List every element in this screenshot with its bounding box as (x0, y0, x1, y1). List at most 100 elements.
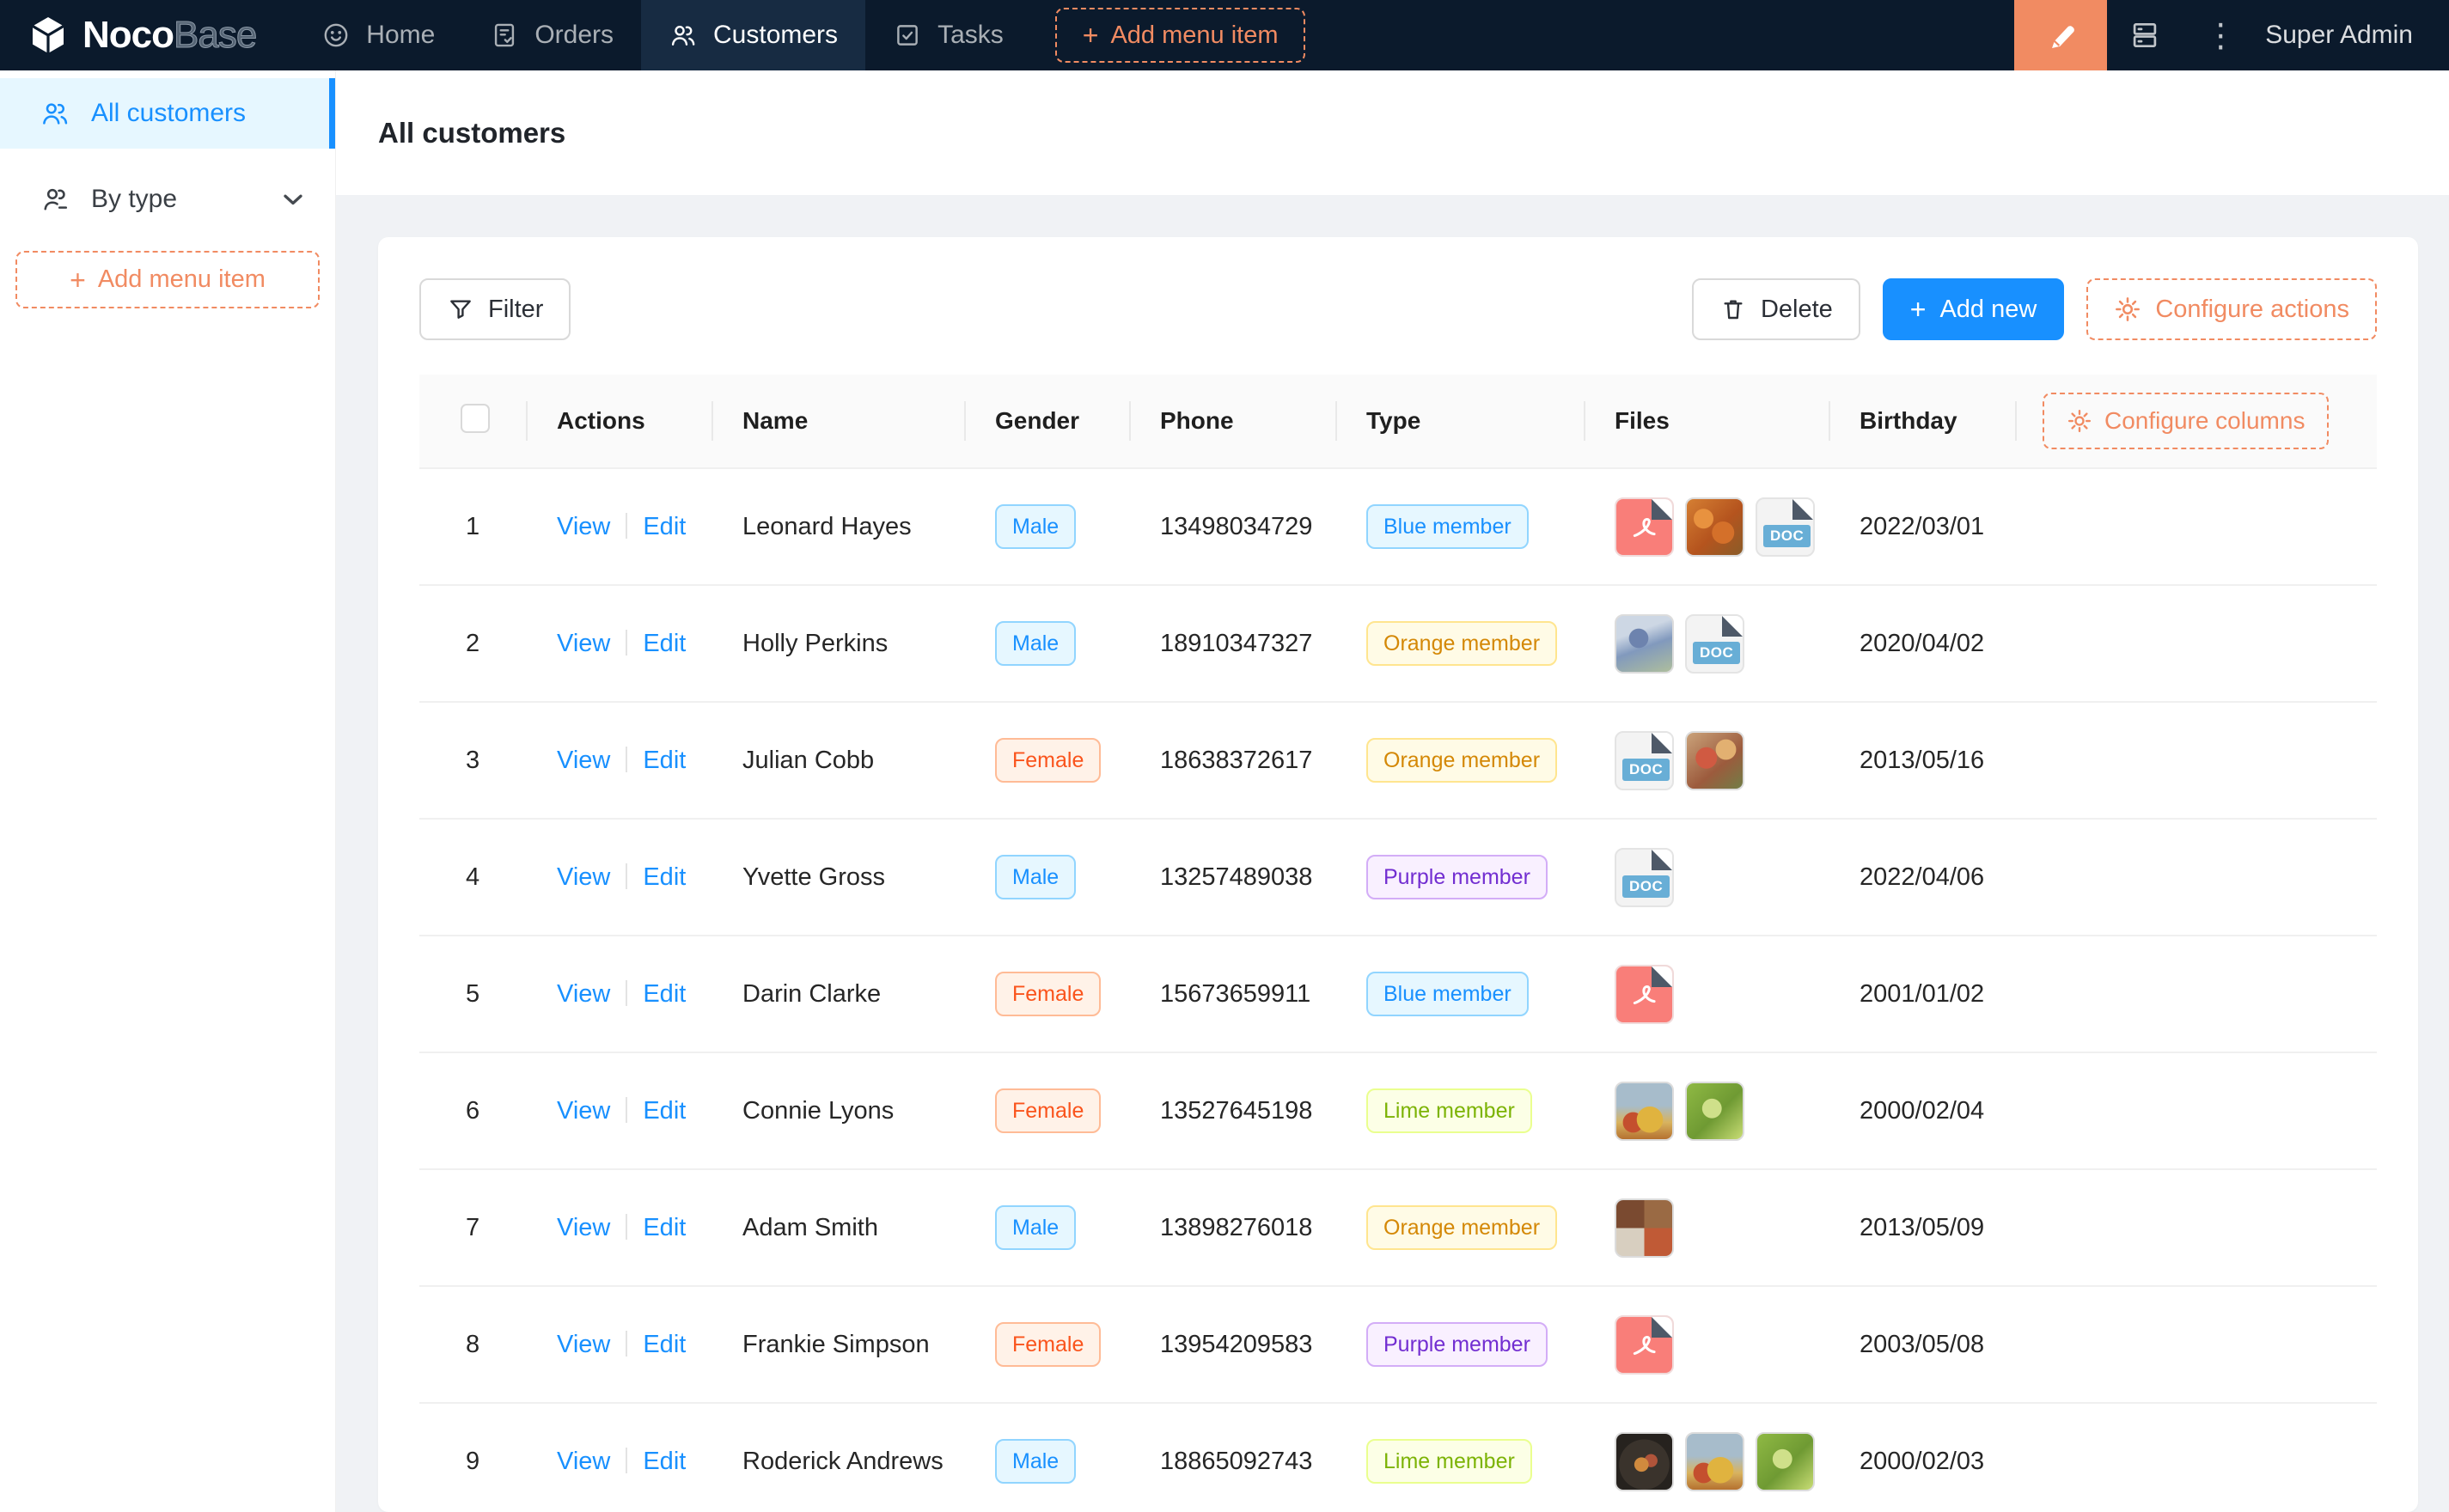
customer-birthday: 2003/05/08 (1830, 1287, 2017, 1404)
nav-item-tasks[interactable]: Tasks (865, 0, 1031, 70)
sidebar-item-label: All customers (91, 99, 246, 128)
member-type-tag: Orange member (1366, 738, 1557, 783)
gender-tag: Female (995, 1088, 1101, 1133)
column-header-phone[interactable]: Phone (1131, 375, 1337, 469)
column-header-actions[interactable]: Actions (528, 375, 713, 469)
column-header-files[interactable]: Files (1585, 375, 1830, 469)
customer-gender: Female (966, 1053, 1131, 1170)
edit-link[interactable]: Edit (643, 980, 686, 1008)
edit-link[interactable]: Edit (643, 1331, 686, 1358)
column-header-name[interactable]: Name (713, 375, 966, 469)
doc-file-thumbnail[interactable]: DOC (1756, 497, 1815, 557)
add-new-button[interactable]: + Add new (1883, 278, 2065, 340)
customer-files: DOC (1585, 469, 1830, 586)
image-file-thumbnail[interactable] (1615, 614, 1674, 674)
view-link[interactable]: View (557, 513, 610, 540)
image-file-thumbnail[interactable] (1685, 1082, 1744, 1141)
customer-files: DOC (1585, 820, 1830, 936)
select-all-header-cell (419, 375, 528, 469)
view-link[interactable]: View (557, 747, 610, 774)
table-row: 1ViewEditLeonard HayesMale13498034729Blu… (419, 469, 2377, 586)
add-menu-item-button-sidebar[interactable]: + Add menu item (15, 251, 320, 308)
customer-phone: 18865092743 (1131, 1404, 1337, 1512)
nav-item-customers[interactable]: Customers (641, 0, 865, 70)
member-type-tag: Orange member (1366, 1205, 1557, 1250)
doc-file-thumbnail[interactable]: DOC (1615, 731, 1674, 790)
edit-link[interactable]: Edit (643, 747, 686, 774)
view-link[interactable]: View (557, 1097, 610, 1125)
folded-corner-icon (1652, 499, 1672, 520)
customer-files (1585, 1053, 1830, 1170)
image-file-thumbnail[interactable] (1685, 497, 1744, 557)
image-file-thumbnail[interactable] (1756, 1432, 1815, 1491)
add-menu-item-button-navbar[interactable]: + Add menu item (1055, 8, 1306, 63)
configure-actions-label: Configure actions (2155, 296, 2349, 324)
divider (626, 747, 627, 772)
table-row: 2ViewEditHolly PerkinsMale18910347327Ora… (419, 586, 2377, 703)
current-user-name[interactable]: Super Admin (2265, 21, 2413, 50)
nav-item-orders[interactable]: Orders (462, 0, 641, 70)
sidebar-item-all-customers[interactable]: All customers (0, 78, 335, 149)
customer-name: Connie Lyons (713, 1053, 966, 1170)
gender-tag: Male (995, 1439, 1076, 1484)
doc-file-thumbnail[interactable]: DOC (1615, 848, 1674, 907)
image-file-thumbnail[interactable] (1615, 1198, 1674, 1258)
configure-columns-label: Configure columns (2104, 407, 2305, 435)
gender-tag: Male (995, 855, 1076, 899)
customer-type: Orange member (1337, 1170, 1585, 1287)
view-link[interactable]: View (557, 1214, 610, 1241)
customer-gender: Male (966, 586, 1131, 703)
pdf-file-thumbnail[interactable] (1615, 497, 1674, 557)
edit-link[interactable]: Edit (643, 863, 686, 891)
select-all-checkbox[interactable] (461, 404, 490, 433)
sidebar-item-by-type[interactable]: By type (0, 164, 335, 235)
view-link[interactable]: View (557, 863, 610, 891)
delete-button[interactable]: Delete (1692, 278, 1860, 340)
image-file-thumbnail[interactable] (1615, 1082, 1674, 1141)
configure-actions-button[interactable]: Configure actions (2086, 278, 2377, 340)
nocobase-logo[interactable]: NocoBase (27, 14, 256, 57)
server-icon (2128, 19, 2161, 52)
customer-type: Lime member (1337, 1053, 1585, 1170)
customer-birthday: 2001/01/02 (1830, 936, 2017, 1053)
member-type-tag: Blue member (1366, 972, 1529, 1016)
customer-phone: 18910347327 (1131, 586, 1337, 703)
table-body: 1ViewEditLeonard HayesMale13498034729Blu… (419, 469, 2377, 1512)
pdf-file-thumbnail[interactable] (1615, 1315, 1674, 1375)
doc-badge: DOC (1693, 642, 1740, 664)
gender-tag: Male (995, 1205, 1076, 1250)
edit-link[interactable]: Edit (643, 513, 686, 540)
highlighter-pen-icon (2043, 17, 2079, 53)
edit-link[interactable]: Edit (643, 1214, 686, 1241)
ui-editor-button[interactable] (2014, 0, 2107, 70)
table-row: 8ViewEditFrankie SimpsonFemale1395420958… (419, 1287, 2377, 1404)
top-navbar: NocoBase Home Orders Customers Tasks (0, 0, 2449, 70)
empty-cell (2017, 1053, 2377, 1170)
view-link[interactable]: View (557, 1331, 610, 1358)
column-header-type[interactable]: Type (1337, 375, 1585, 469)
customer-files (1585, 936, 1830, 1053)
view-link[interactable]: View (557, 630, 610, 657)
pdf-file-thumbnail[interactable] (1615, 965, 1674, 1024)
column-header-gender[interactable]: Gender (966, 375, 1131, 469)
member-type-tag: Purple member (1366, 855, 1548, 899)
edit-link[interactable]: Edit (643, 1448, 686, 1475)
configure-columns-button[interactable]: Configure columns (2043, 393, 2329, 449)
image-file-thumbnail[interactable] (1685, 731, 1744, 790)
edit-link[interactable]: Edit (643, 630, 686, 657)
more-options-button[interactable]: ⋮ (2183, 0, 2258, 70)
edit-link[interactable]: Edit (643, 1097, 686, 1125)
plus-icon: + (1910, 296, 1927, 323)
order-document-icon (490, 21, 519, 50)
filter-button[interactable]: Filter (419, 278, 571, 340)
folded-corner-icon (1652, 966, 1672, 987)
column-header-birthday[interactable]: Birthday (1830, 375, 2017, 469)
doc-file-thumbnail[interactable]: DOC (1685, 614, 1744, 674)
row-index: 4 (419, 820, 528, 936)
image-file-thumbnail[interactable] (1685, 1432, 1744, 1491)
view-link[interactable]: View (557, 980, 610, 1008)
image-file-thumbnail[interactable] (1615, 1432, 1674, 1491)
view-link[interactable]: View (557, 1448, 610, 1475)
nav-item-home[interactable]: Home (294, 0, 462, 70)
system-settings-icon-button[interactable] (2107, 0, 2183, 70)
